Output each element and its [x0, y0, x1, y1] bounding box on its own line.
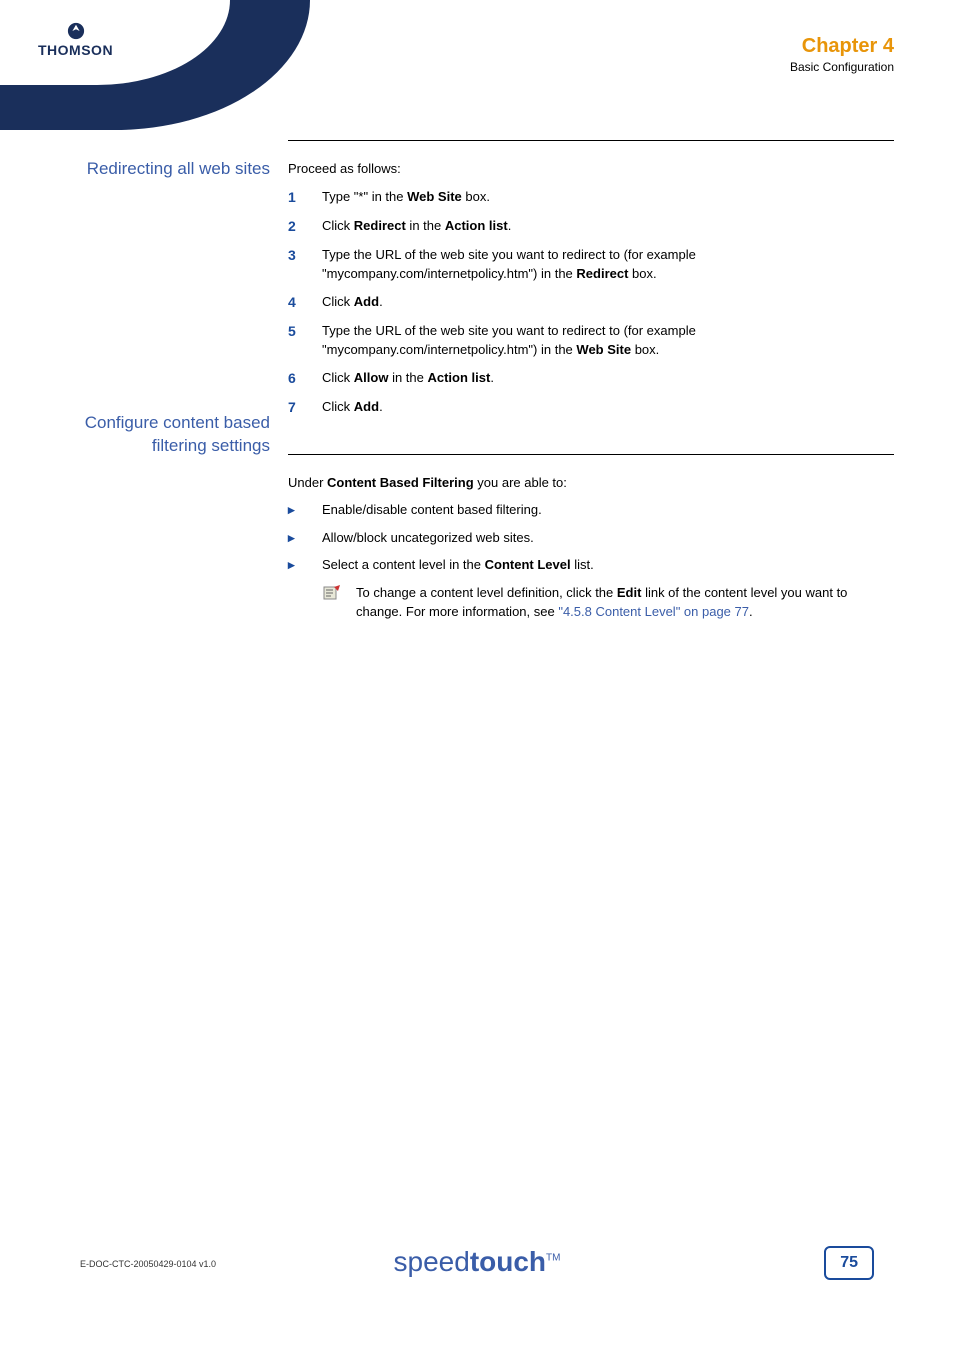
bullet-3: ▸ Select a content level in the Content … — [288, 555, 894, 575]
step-marker: 6 — [288, 368, 322, 389]
brand-text: THOMSON — [38, 42, 113, 58]
bullet-marker-icon: ▸ — [288, 528, 322, 548]
page-number: 75 — [824, 1246, 874, 1280]
step-1: 1 Type "*" in the Web Site box. — [288, 187, 894, 208]
page-header: THOMSON Chapter 4 Basic Configuration — [0, 0, 954, 120]
step-3: 3 Type the URL of the web site you want … — [288, 245, 894, 284]
step-text: Click Add. — [322, 397, 894, 418]
chapter-title: Chapter 4 — [790, 35, 894, 58]
step-text: Type "*" in the Web Site box. — [322, 187, 894, 208]
bullet-text: Enable/disable content based filtering. — [322, 500, 894, 520]
chapter-subtitle: Basic Configuration — [790, 60, 894, 74]
step-marker: 5 — [288, 321, 322, 360]
section-content-filter: Under Content Based Filtering you are ab… — [288, 454, 894, 622]
step-text: Click Redirect in the Action list. — [322, 216, 894, 237]
bullet-marker-icon: ▸ — [288, 500, 322, 520]
chapter-header: Chapter 4 Basic Configuration — [790, 35, 894, 74]
section-redirect: Proceed as follows: 1 Type "*" in the We… — [288, 140, 894, 426]
note-text: To change a content level definition, cl… — [356, 583, 894, 622]
step-marker: 2 — [288, 216, 322, 237]
step-2: 2 Click Redirect in the Action list. — [288, 216, 894, 237]
section1-intro: Proceed as follows: — [288, 159, 894, 179]
step-text: Type the URL of the web site you want to… — [322, 245, 894, 284]
step-marker: 4 — [288, 292, 322, 313]
note-icon — [322, 583, 356, 622]
footer-doc-id: E-DOC-CTC-20050429-0104 v1.0 — [80, 1259, 216, 1269]
content-area: Redirecting all web sites Proceed as fol… — [60, 140, 894, 650]
brand-logo: THOMSON — [38, 22, 113, 58]
step-marker: 3 — [288, 245, 322, 284]
section-label-redirect: Redirecting all web sites — [60, 158, 270, 181]
step-6: 6 Click Allow in the Action list. — [288, 368, 894, 389]
brand-icon — [67, 22, 85, 40]
section2-intro: Under Content Based Filtering you are ab… — [288, 473, 894, 493]
step-marker: 1 — [288, 187, 322, 208]
footer-logo: speedtouchTM — [394, 1246, 561, 1278]
step-text: Type the URL of the web site you want to… — [322, 321, 894, 360]
cross-ref-link[interactable]: "4.5.8 Content Level" on page 77 — [558, 604, 749, 619]
step-text: Click Allow in the Action list. — [322, 368, 894, 389]
step-5: 5 Type the URL of the web site you want … — [288, 321, 894, 360]
bullet-marker-icon: ▸ — [288, 555, 322, 575]
section-redirect-body: Proceed as follows: 1 Type "*" in the We… — [288, 159, 894, 426]
step-text: Click Add. — [322, 292, 894, 313]
bullet-text: Allow/block uncategorized web sites. — [322, 528, 894, 548]
step-7: 7 Click Add. — [288, 397, 894, 418]
step-marker: 7 — [288, 397, 322, 418]
page-footer: E-DOC-CTC-20050429-0104 v1.0 speedtouchT… — [60, 1241, 894, 1291]
note-row: To change a content level definition, cl… — [322, 583, 894, 622]
section-content-filter-body: Under Content Based Filtering you are ab… — [288, 473, 894, 622]
bullet-text: Select a content level in the Content Le… — [322, 555, 894, 575]
step-4: 4 Click Add. — [288, 292, 894, 313]
bullet-1: ▸ Enable/disable content based filtering… — [288, 500, 894, 520]
list-edit-icon — [322, 583, 342, 603]
section-label-content-filter: Configure content based filtering settin… — [60, 412, 270, 458]
bullet-2: ▸ Allow/block uncategorized web sites. — [288, 528, 894, 548]
